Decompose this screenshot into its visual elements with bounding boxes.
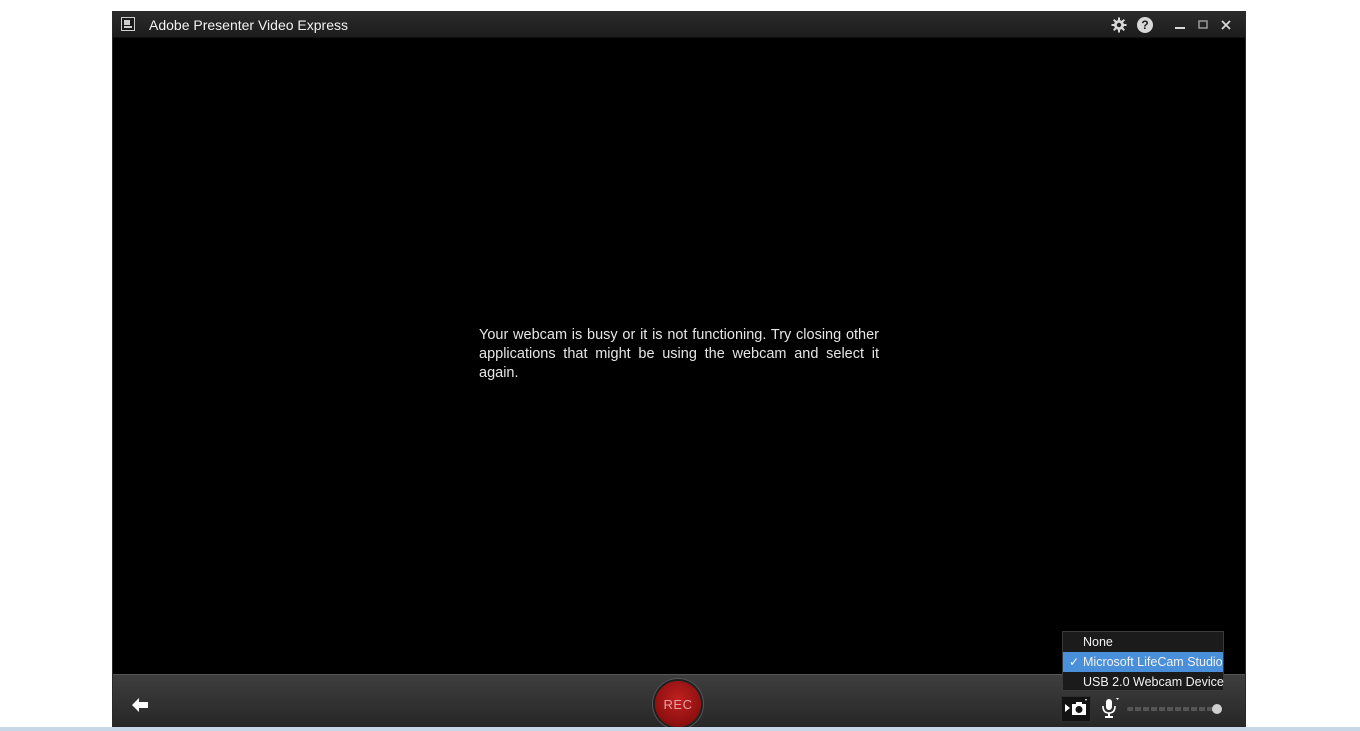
app-window: Adobe Presenter Video Express ? Your web… <box>113 12 1245 729</box>
volume-knob[interactable] <box>1212 704 1222 714</box>
window-title: Adobe Presenter Video Express <box>149 17 348 33</box>
help-icon[interactable]: ? <box>1136 16 1154 34</box>
play-triangle-icon <box>1065 704 1070 712</box>
menu-item-microsoft-lifecam-studio[interactable]: ✓ Microsoft LifeCam Studio <box>1063 652 1223 672</box>
help-glyph: ? <box>1137 17 1153 33</box>
menu-item-none[interactable]: None <box>1063 632 1223 652</box>
check-icon: ✓ <box>1069 655 1080 669</box>
record-button[interactable]: REC <box>655 681 701 727</box>
menu-item-usb-webcam-device[interactable]: USB 2.0 Webcam Device <box>1063 672 1224 692</box>
microphone-icon[interactable] <box>1100 696 1122 720</box>
volume-track <box>1127 707 1213 711</box>
camera-dropdown-menu: None ✓ Microsoft LifeCam Studio USB 2.0 … <box>1062 631 1224 691</box>
gear-icon[interactable] <box>1110 16 1128 34</box>
minimize-icon[interactable] <box>1171 16 1189 34</box>
webcam-error-message: Your webcam is busy or it is not functio… <box>479 327 879 381</box>
camera-select-button[interactable] <box>1061 696 1091 722</box>
maximize-icon[interactable] <box>1194 16 1212 34</box>
taskbar-edge <box>0 727 1360 731</box>
back-arrow-icon[interactable] <box>131 697 151 715</box>
app-icon <box>121 17 135 31</box>
title-bar[interactable]: Adobe Presenter Video Express ? <box>113 12 1245 38</box>
close-icon[interactable] <box>1217 16 1235 34</box>
record-label: REC <box>663 696 693 712</box>
volume-slider[interactable] <box>1127 704 1223 714</box>
